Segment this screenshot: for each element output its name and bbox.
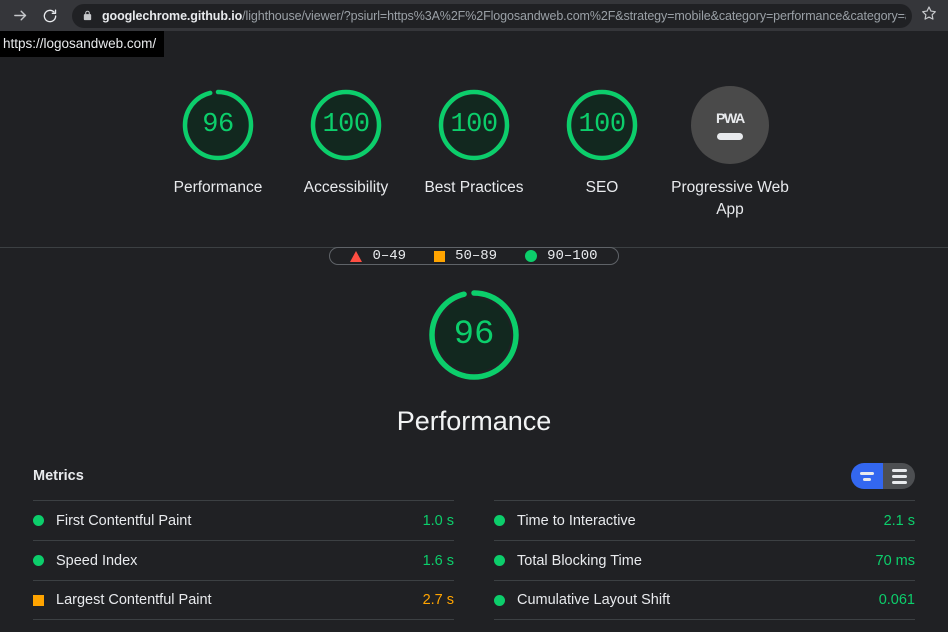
metric-name: Cumulative Layout Shift [517, 592, 869, 608]
gauge-label-best-practices: Best Practices [424, 177, 523, 199]
metric-row[interactable]: Speed Index 1.6 s [33, 540, 454, 580]
browser-toolbar: googlechrome.github.io/lighthouse/viewer… [0, 0, 948, 31]
metrics-section: Metrics First Contentful Paint 1.0 s [0, 463, 948, 620]
status-marker-pass-icon [33, 515, 44, 526]
page-title: Performance [397, 406, 552, 437]
legend-item-average: 50–89 [434, 248, 497, 264]
metric-name: Total Blocking Time [517, 553, 866, 569]
url-path: /lighthouse/viewer/?psiurl=https%3A%2F%2… [242, 9, 906, 23]
metrics-column-right: Time to Interactive 2.1 s Total Blocking… [494, 500, 915, 620]
bookmark-button[interactable] [916, 3, 942, 29]
legend-range-fail: 0–49 [372, 248, 406, 264]
line-icon [860, 472, 874, 475]
metric-row[interactable]: First Contentful Paint 1.0 s [33, 500, 454, 540]
gauge-value-performance: 96 [179, 86, 257, 164]
pwa-dash-icon [717, 133, 743, 140]
circle-icon [525, 250, 537, 262]
metric-row[interactable]: Largest Contentful Paint 2.7 s [33, 580, 454, 620]
metric-row[interactable]: Cumulative Layout Shift 0.061 [494, 580, 915, 620]
gauge-ring-performance: 96 [179, 86, 257, 164]
metric-value: 2.7 s [413, 592, 454, 608]
lock-icon [82, 9, 93, 22]
url-host: googlechrome.github.io [102, 9, 242, 23]
legend-item-pass: 90–100 [525, 248, 597, 264]
metric-name: Time to Interactive [517, 513, 874, 529]
pwa-badge: PWA [691, 86, 769, 164]
gauge-value-best-practices: 100 [435, 86, 513, 164]
forward-arrow-icon [12, 7, 29, 24]
square-icon [434, 251, 445, 262]
reload-icon [42, 8, 58, 24]
status-marker-pass-icon [494, 515, 505, 526]
gauge-ring-seo: 100 [563, 86, 641, 164]
score-legend: 0–49 50–89 90–100 [329, 247, 618, 265]
legend-range-pass: 90–100 [547, 248, 597, 264]
metrics-title: Metrics [33, 468, 84, 484]
gauge-ring-accessibility: 100 [307, 86, 385, 164]
gauge-value-accessibility: 100 [307, 86, 385, 164]
big-gauge-ring: 96 [425, 286, 523, 384]
status-marker-pass-icon [494, 595, 505, 606]
gauge-value-seo: 100 [563, 86, 641, 164]
lighthouse-report: 96 Performance 100 Accessibility [0, 31, 948, 632]
performance-category-header: 96 Performance [0, 248, 948, 437]
metric-row[interactable]: Total Blocking Time 70 ms [494, 540, 915, 580]
big-gauge-value: 96 [425, 286, 523, 384]
metric-value: 0.061 [869, 592, 915, 608]
gauge-label-performance: Performance [174, 177, 263, 199]
pwa-badge-text: PWA [716, 110, 744, 126]
gauge-seo[interactable]: 100 SEO [538, 86, 666, 199]
line-icon [892, 481, 907, 484]
toggle-detail-view[interactable] [883, 463, 915, 489]
reload-button[interactable] [36, 2, 64, 30]
line-icon [892, 475, 907, 478]
address-bar[interactable]: googlechrome.github.io/lighthouse/viewer… [72, 4, 912, 28]
gauge-ring-best-practices: 100 [435, 86, 513, 164]
line-icon [863, 478, 871, 481]
toggle-simple-view[interactable] [851, 463, 883, 489]
star-icon [921, 5, 937, 26]
scores-summary: 96 Performance 100 Accessibility [0, 31, 948, 248]
gauge-pwa[interactable]: PWA Progressive Web App [666, 86, 794, 221]
address-bar-url: googlechrome.github.io/lighthouse/viewer… [102, 9, 906, 23]
gauge-label-pwa: Progressive Web App [670, 177, 790, 221]
metrics-column-left: First Contentful Paint 1.0 s Speed Index… [33, 500, 454, 620]
line-icon [892, 469, 907, 472]
metric-row[interactable]: Time to Interactive 2.1 s [494, 500, 915, 540]
metrics-columns: First Contentful Paint 1.0 s Speed Index… [33, 500, 915, 620]
triangle-icon [350, 251, 362, 262]
metric-value: 1.0 s [413, 513, 454, 529]
gauge-accessibility[interactable]: 100 Accessibility [282, 86, 410, 199]
gauge-label-seo: SEO [586, 177, 619, 199]
metrics-header: Metrics [33, 463, 915, 500]
gauges-row: 96 Performance 100 Accessibility [154, 86, 794, 221]
gauge-performance[interactable]: 96 Performance [154, 86, 282, 199]
metric-name: Largest Contentful Paint [56, 592, 413, 608]
gauge-best-practices[interactable]: 100 Best Practices [410, 86, 538, 199]
metric-name: Speed Index [56, 553, 413, 569]
gauge-label-accessibility: Accessibility [304, 177, 388, 199]
legend-range-average: 50–89 [455, 248, 497, 264]
metric-value: 2.1 s [874, 513, 915, 529]
metrics-view-toggle[interactable] [851, 463, 915, 489]
status-marker-average-icon [33, 595, 44, 606]
metric-value: 70 ms [866, 553, 916, 569]
legend-item-fail: 0–49 [350, 248, 406, 264]
forward-button[interactable] [6, 2, 34, 30]
metric-value: 1.6 s [413, 553, 454, 569]
metric-name: First Contentful Paint [56, 513, 413, 529]
status-marker-pass-icon [494, 555, 505, 566]
status-marker-pass-icon [33, 555, 44, 566]
link-status-bubble: https://logosandweb.com/ [0, 31, 164, 57]
